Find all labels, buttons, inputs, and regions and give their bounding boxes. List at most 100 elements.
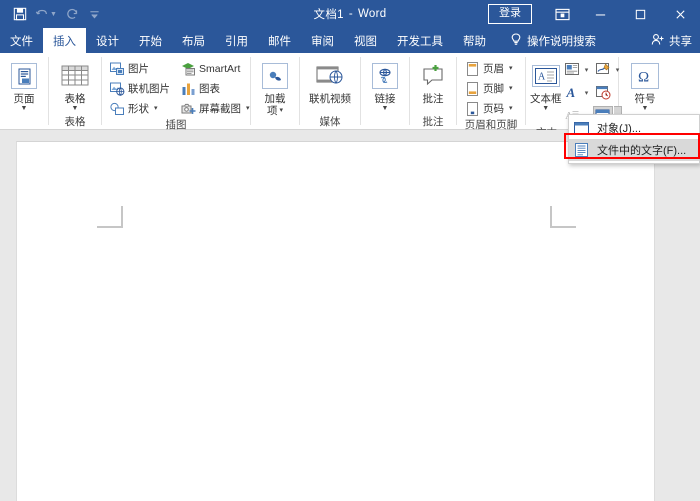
tab-help[interactable]: 帮助 <box>453 28 496 53</box>
link-dropdown-caret[interactable]: ▼ <box>382 105 389 113</box>
textbox-button[interactable]: A 文本框 ▼ <box>530 57 562 113</box>
page-number-dropdown-caret[interactable]: ▾ <box>509 105 513 113</box>
close-button[interactable] <box>660 0 700 28</box>
share-person-icon <box>651 33 665 49</box>
header-dropdown-caret[interactable]: ▾ <box>509 65 513 73</box>
document-page[interactable] <box>16 141 655 501</box>
menu-item-object[interactable]: 对象(J)... <box>569 117 699 139</box>
share-button[interactable]: 共享 <box>651 28 692 53</box>
comment-icon <box>420 60 446 92</box>
object-dropdown-menu[interactable]: 对象(J)... 文件中的文字(F)... <box>568 114 700 164</box>
wordart-dropdown-caret[interactable]: ▾ <box>583 89 591 97</box>
symbol-label: 符号 <box>634 93 656 105</box>
pages-label: 页面 <box>13 93 35 105</box>
page-number-icon <box>464 101 480 117</box>
redo-icon[interactable] <box>60 3 84 25</box>
addins-button[interactable]: 加载 项 ▾ <box>255 57 295 117</box>
quick-access-toolbar: ▼ <box>0 3 102 25</box>
tab-home[interactable]: 开始 <box>129 28 172 53</box>
ribbon-display-options-icon[interactable] <box>544 0 580 28</box>
tab-layout[interactable]: 布局 <box>172 28 215 53</box>
screenshot-button[interactable]: 屏幕截图 ▾ <box>177 99 253 118</box>
online-video-label: 联机视频 <box>309 93 351 105</box>
tab-review[interactable]: 审阅 <box>301 28 344 53</box>
online-picture-label: 联机图片 <box>128 83 170 95</box>
online-picture-button[interactable]: 联机图片 <box>106 79 173 98</box>
margin-mark-top-right <box>550 206 576 228</box>
illustrations-column-2: SmartArt 图表 屏幕截图 ▾ <box>177 57 253 118</box>
shapes-button[interactable]: 形状 ▾ <box>106 99 173 118</box>
save-icon[interactable] <box>8 3 32 25</box>
undo-dropdown-caret[interactable]: ▼ <box>50 11 57 18</box>
header-button[interactable]: 页眉 ▾ <box>461 59 516 78</box>
customize-qat-icon[interactable] <box>86 3 102 25</box>
online-video-button[interactable]: 联机视频 <box>304 57 356 105</box>
insert-picture-button[interactable]: 图片 <box>106 59 173 78</box>
footer-dropdown-caret[interactable]: ▾ <box>509 85 513 93</box>
page-number-label: 页码 <box>483 103 504 115</box>
pages-dropdown-caret[interactable]: ▼ <box>21 105 28 113</box>
symbol-button[interactable]: Ω 符号 ▼ <box>623 57 667 113</box>
tab-insert[interactable]: 插入 <box>43 28 86 53</box>
title-bar: ▼ 文档1 - Word 登录 <box>0 0 700 28</box>
header-footer-column: 页眉 ▾ 页脚 ▾ 页码 ▾ <box>461 57 516 118</box>
tab-mailings[interactable]: 邮件 <box>258 28 301 53</box>
smartart-button[interactable]: SmartArt <box>177 59 253 78</box>
tell-me-label: 操作说明搜索 <box>527 35 596 48</box>
table-button[interactable]: 表格 ▼ <box>53 57 97 113</box>
table-icon <box>61 60 89 92</box>
shapes-icon <box>109 101 125 117</box>
restore-button[interactable] <box>620 0 660 28</box>
page-number-button[interactable]: 页码 ▾ <box>461 99 516 118</box>
app-name: Word <box>357 8 387 20</box>
screenshot-dropdown-caret[interactable]: ▾ <box>246 105 250 113</box>
tell-me-box[interactable]: 操作说明搜索 <box>500 28 606 53</box>
tab-file[interactable]: 文件 <box>0 28 43 53</box>
online-picture-icon <box>109 81 125 97</box>
wordart-button[interactable]: A ▾ <box>562 82 591 103</box>
screenshot-icon <box>180 101 196 117</box>
tab-view[interactable]: 视图 <box>344 28 387 53</box>
link-label: 链接 <box>374 93 396 105</box>
undo-icon[interactable]: ▼ <box>34 3 58 25</box>
new-comment-button[interactable]: 批注 <box>414 57 452 105</box>
pages-button[interactable]: 页面 ▼ <box>4 57 44 113</box>
date-time-button[interactable]: ▾ <box>593 82 622 103</box>
addins-label: 加载 <box>264 93 286 105</box>
symbol-dropdown-caret[interactable]: ▼ <box>642 105 649 113</box>
textbox-icon: A <box>531 60 560 92</box>
tab-design[interactable]: 设计 <box>86 28 129 53</box>
link-icon <box>372 60 398 92</box>
margin-mark-top-left <box>97 206 123 228</box>
screenshot-label: 屏幕截图 <box>199 103 241 115</box>
document-workspace[interactable] <box>0 130 700 501</box>
picture-icon <box>109 61 125 77</box>
ribbon-group-comments: 批注 批注 <box>410 53 456 129</box>
sign-in-button[interactable]: 登录 <box>488 4 532 24</box>
ribbon-tab-bar: 文件 插入 设计 开始 布局 引用 邮件 审阅 视图 开发工具 帮助 操作说明搜… <box>0 28 700 53</box>
word-window: ▼ 文档1 - Word 登录 文件 插入 设计 开始 布局 引用 邮件 审阅 … <box>0 0 700 501</box>
lightbulb-icon <box>510 32 522 49</box>
ribbon-group-label-comments: 批注 <box>422 116 444 128</box>
text-from-file-icon <box>573 142 590 159</box>
tab-references[interactable]: 引用 <box>215 28 258 53</box>
quick-parts-dropdown-caret[interactable]: ▾ <box>583 66 591 74</box>
link-button[interactable]: 链接 ▼ <box>365 57 405 113</box>
chart-icon <box>180 81 196 97</box>
menu-item-text-from-file[interactable]: 文件中的文字(F)... <box>569 139 699 161</box>
ribbon-group-label-addins <box>255 117 295 129</box>
shapes-dropdown-caret[interactable]: ▾ <box>154 105 158 113</box>
signature-line-button[interactable]: ▾ <box>593 59 622 80</box>
footer-button[interactable]: 页脚 ▾ <box>461 79 516 98</box>
quick-parts-button[interactable]: ▾ <box>562 59 591 80</box>
chart-button[interactable]: 图表 <box>177 79 253 98</box>
menu-item-object-label: 对象(J)... <box>597 123 641 135</box>
minimize-button[interactable] <box>580 0 620 28</box>
table-dropdown-caret[interactable]: ▼ <box>72 105 79 113</box>
ribbon-group-label-table: 表格 <box>64 116 86 128</box>
tab-developer[interactable]: 开发工具 <box>387 28 453 53</box>
footer-label: 页脚 <box>483 83 504 95</box>
addins-label-line2: 项 <box>266 105 278 117</box>
textbox-dropdown-caret[interactable]: ▼ <box>542 105 549 113</box>
addins-dropdown-caret[interactable]: ▾ <box>279 107 283 115</box>
